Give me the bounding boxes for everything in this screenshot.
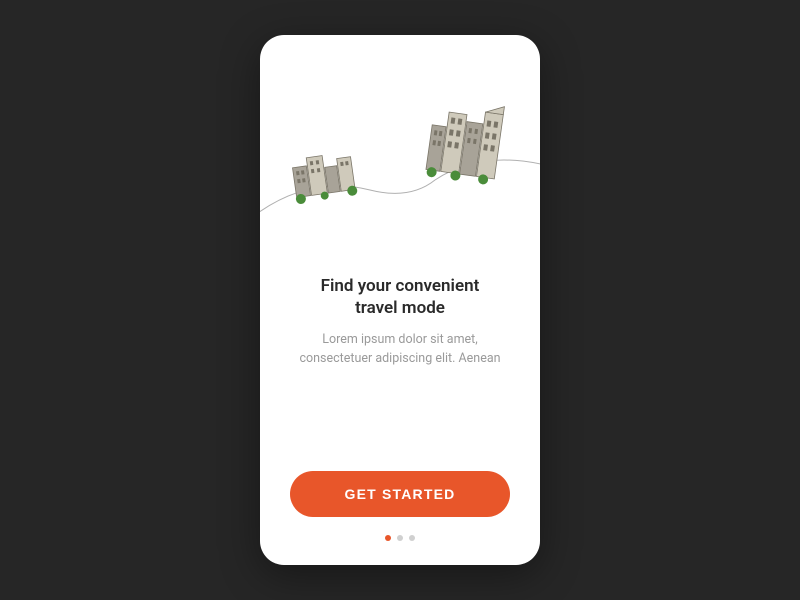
page-dot-2[interactable] [397,535,403,541]
content-area: Find your convenient travel mode Lorem i… [260,255,540,471]
onboarding-subtext: Lorem ipsum dolor sit amet, consectetuer… [295,331,505,369]
pagination-dots [385,535,415,541]
onboarding-card: Find your convenient travel mode Lorem i… [260,35,540,565]
page-dot-3[interactable] [409,535,415,541]
get-started-button[interactable]: GET STARTED [290,471,510,517]
cityscape-hill-icon [260,75,540,255]
bottom-area: GET STARTED [260,471,540,565]
hero-illustration [260,35,540,255]
page-dot-1[interactable] [385,535,391,541]
onboarding-heading: Find your convenient travel mode [300,275,500,319]
